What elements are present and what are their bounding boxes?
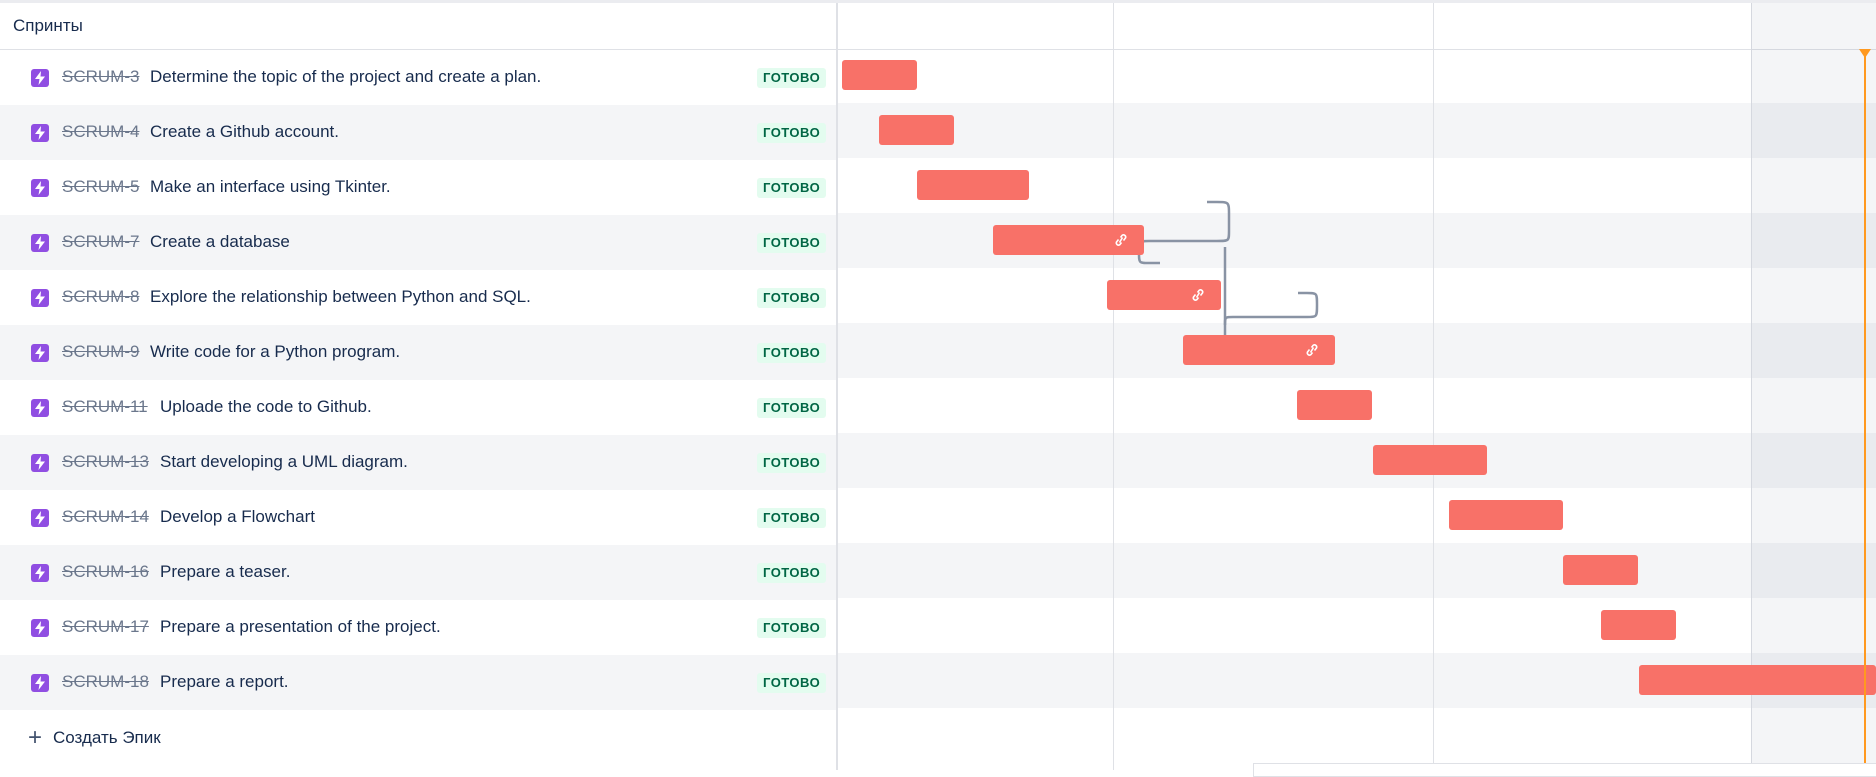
timeline-bar[interactable]: [1183, 335, 1335, 365]
issue-row[interactable]: SCRUM-7 Create a database ГОТОВО: [0, 215, 836, 270]
issue-rows: SCRUM-3 Determine the topic of the projec…: [0, 50, 836, 710]
status-badge: ГОТОВО: [757, 178, 827, 198]
issue-summary[interactable]: Start developing a UML diagram.: [160, 452, 408, 472]
issue-row[interactable]: SCRUM-16 Prepare a teaser. ГОТОВО: [0, 545, 836, 600]
issue-row[interactable]: SCRUM-18 Prepare a report. ГОТОВО: [0, 655, 836, 710]
issue-key[interactable]: SCRUM-5: [62, 177, 139, 197]
issue-key[interactable]: SCRUM-11: [62, 397, 148, 417]
status-badge: ГОТОВО: [757, 618, 827, 638]
timeline-bar[interactable]: [993, 225, 1144, 255]
issue-summary[interactable]: Write code for a Python program.: [150, 342, 400, 362]
epic-lightning-icon: [31, 509, 49, 527]
link-icon[interactable]: [1189, 287, 1207, 308]
status-badge: ГОТОВО: [757, 508, 827, 528]
today-marker[interactable]: [1859, 49, 1871, 58]
issue-row[interactable]: SCRUM-11 Uploade the code to Github. ГОТОВ…: [0, 380, 836, 435]
create-epic-button[interactable]: + Создать Эпик: [0, 710, 836, 766]
issue-list-pane: Спринты SCRUM-3 Determine the topic of th…: [0, 3, 836, 770]
timeline-bar[interactable]: [1601, 610, 1676, 640]
plus-icon: +: [28, 724, 43, 751]
issue-row[interactable]: SCRUM-9 Write code for a Python program. Г…: [0, 325, 836, 380]
issue-row[interactable]: SCRUM-8 Explore the relationship between …: [0, 270, 836, 325]
epic-lightning-icon: [31, 234, 49, 252]
status-badge: ГОТОВО: [757, 123, 827, 143]
issue-summary[interactable]: Prepare a report.: [160, 672, 289, 692]
timeline-bar[interactable]: [842, 60, 917, 90]
status-badge: ГОТОВО: [757, 398, 827, 418]
epic-lightning-icon: [31, 674, 49, 692]
issue-key[interactable]: SCRUM-17: [62, 617, 149, 637]
issue-row[interactable]: SCRUM-17 Prepare a presentation of the pr…: [0, 600, 836, 655]
timeline-bar[interactable]: [1107, 280, 1221, 310]
issue-summary[interactable]: Create a database: [150, 232, 290, 252]
epic-lightning-icon: [31, 179, 49, 197]
issue-summary[interactable]: Prepare a presentation of the project.: [160, 617, 441, 637]
today-line: [1864, 49, 1866, 770]
issue-summary[interactable]: Develop a Flowchart: [160, 507, 315, 527]
timeline-bar[interactable]: [879, 115, 954, 145]
epic-lightning-icon: [31, 289, 49, 307]
status-badge: ГОТОВО: [757, 673, 827, 693]
issue-summary[interactable]: Explore the relationship between Python …: [150, 287, 531, 307]
epic-lightning-icon: [31, 454, 49, 472]
status-badge: ГОТОВО: [757, 343, 827, 363]
timeline-scrollbar[interactable]: [1253, 763, 1876, 777]
timeline-bar[interactable]: [1563, 555, 1638, 585]
epic-lightning-icon: [31, 69, 49, 87]
create-epic-label: Создать Эпик: [53, 728, 161, 747]
issue-row[interactable]: SCRUM-5 Make an interface using Tkinter. Г…: [0, 160, 836, 215]
dependency-line: [1223, 291, 1319, 326]
epic-lightning-icon: [31, 619, 49, 637]
issue-key[interactable]: SCRUM-14: [62, 507, 149, 527]
issue-key[interactable]: SCRUM-13: [62, 452, 149, 472]
issue-row[interactable]: SCRUM-4 Create a Github account. ГОТОВО: [0, 105, 836, 160]
issue-key[interactable]: SCRUM-7: [62, 232, 139, 252]
issue-key[interactable]: SCRUM-8: [62, 287, 139, 307]
sprints-header: Спринты: [0, 3, 836, 50]
timeline-bar[interactable]: [1639, 665, 1876, 695]
link-icon[interactable]: [1303, 342, 1321, 363]
issue-key[interactable]: SCRUM-16: [62, 562, 149, 582]
issue-summary[interactable]: Prepare a teaser.: [160, 562, 290, 582]
status-badge: ГОТОВО: [757, 68, 827, 88]
link-icon[interactable]: [1112, 232, 1130, 253]
issue-key[interactable]: SCRUM-9: [62, 342, 139, 362]
issue-row[interactable]: SCRUM-14 Develop a Flowchart ГОТОВО: [0, 490, 836, 545]
status-badge: ГОТОВО: [757, 233, 827, 253]
epic-lightning-icon: [31, 399, 49, 417]
timeline-bar[interactable]: [1297, 390, 1372, 420]
timeline-bar[interactable]: [1373, 445, 1487, 475]
dependency-lines: [1137, 200, 1319, 347]
status-badge: ГОТОВО: [757, 288, 827, 308]
issue-summary[interactable]: Make an interface using Tkinter.: [150, 177, 391, 197]
dependency-line: [1223, 247, 1253, 347]
timeline-bar[interactable]: [917, 170, 1029, 200]
dependency-line: [1137, 200, 1231, 265]
status-badge: ГОТОВО: [757, 453, 827, 473]
issue-key[interactable]: SCRUM-18: [62, 672, 149, 692]
issue-key[interactable]: SCRUM-3: [62, 67, 139, 87]
issue-row[interactable]: SCRUM-3 Determine the topic of the projec…: [0, 50, 836, 105]
epic-lightning-icon: [31, 564, 49, 582]
issue-key[interactable]: SCRUM-4: [62, 122, 139, 142]
issue-summary[interactable]: Determine the topic of the project and c…: [150, 67, 541, 87]
timeline-pane: [837, 3, 1876, 777]
epic-lightning-icon: [31, 124, 49, 142]
timeline-bar[interactable]: [1449, 500, 1563, 530]
issue-row[interactable]: SCRUM-13 Start developing a UML diagram. Г…: [0, 435, 836, 490]
status-badge: ГОТОВО: [757, 563, 827, 583]
epic-lightning-icon: [31, 344, 49, 362]
issue-summary[interactable]: Create a Github account.: [150, 122, 339, 142]
issue-summary[interactable]: Uploade the code to Github.: [160, 397, 372, 417]
